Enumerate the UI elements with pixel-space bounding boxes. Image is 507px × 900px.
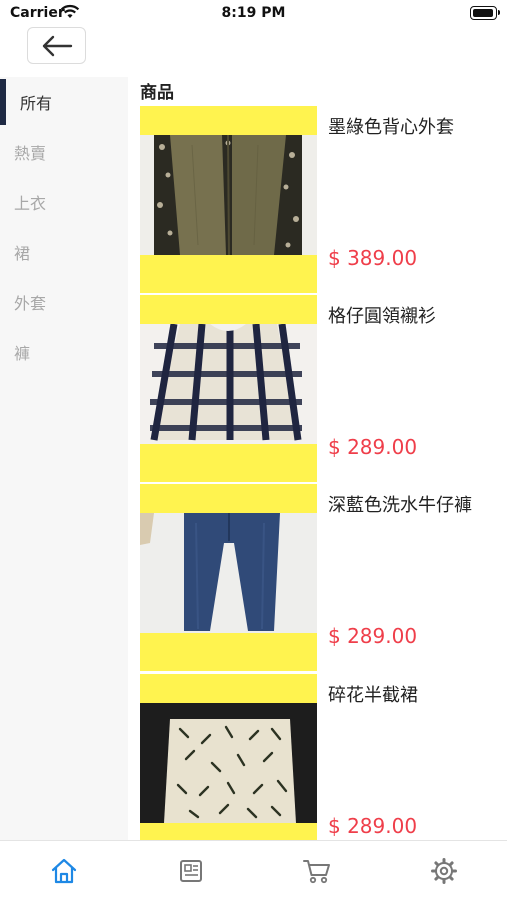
product-price: $ 289.00 [328, 814, 418, 838]
product-image [140, 484, 317, 671]
category-label: 外套 [14, 294, 47, 313]
settings-icon [431, 858, 457, 884]
product-price: $ 289.00 [328, 435, 418, 459]
active-indicator [0, 79, 6, 125]
product-name: 深藍色洗水牛仔褲 [328, 495, 472, 516]
category-item-all[interactable]: 所有 [0, 77, 128, 127]
category-label: 裙 [14, 244, 31, 263]
category-label: 褲 [14, 344, 31, 363]
category-item-skirts[interactable]: 裙 [0, 227, 128, 277]
product-card[interactable]: 格仔圓領襯衫 $ 289.00 [140, 295, 507, 484]
product-name: 格仔圓領襯衫 [328, 306, 436, 327]
product-card[interactable]: 深藍色洗水牛仔褲 $ 289.00 [140, 484, 507, 673]
arrow-left-icon [42, 35, 72, 56]
category-item-jackets[interactable]: 外套 [0, 277, 128, 327]
product-image [140, 106, 317, 293]
tab-news[interactable] [175, 855, 207, 887]
news-icon [180, 860, 202, 882]
category-item-tops[interactable]: 上衣 [0, 177, 128, 227]
product-card[interactable]: 墨綠色背心外套 $ 389.00 [140, 106, 507, 295]
product-image [140, 295, 317, 482]
status-bar: Carrier 8:19 PM [0, 0, 507, 26]
tab-settings[interactable] [428, 855, 460, 887]
cart-icon [303, 860, 330, 884]
product-name: 墨綠色背心外套 [328, 117, 454, 138]
product-price: $ 289.00 [328, 624, 418, 648]
battery-icon [470, 6, 500, 20]
back-button[interactable] [27, 27, 86, 64]
tab-cart[interactable] [301, 855, 333, 887]
section-title: 商品 [140, 83, 174, 103]
clock: 8:19 PM [221, 5, 286, 21]
product-image [140, 674, 317, 861]
category-sidebar: 所有 熱賣 上衣 裙 外套 褲 [0, 77, 128, 840]
category-label: 上衣 [14, 194, 47, 213]
home-icon [51, 858, 77, 884]
product-name: 碎花半截裙 [328, 685, 418, 706]
category-label: 所有 [20, 94, 53, 113]
category-item-hot[interactable]: 熱賣 [0, 127, 128, 177]
product-price: $ 389.00 [328, 246, 418, 270]
tab-home[interactable] [48, 855, 80, 887]
category-label: 熱賣 [14, 144, 47, 163]
category-item-pants[interactable]: 褲 [0, 327, 128, 377]
tab-bar [0, 840, 507, 900]
product-card[interactable]: 碎花半截裙 $ 289.00 [140, 674, 507, 863]
